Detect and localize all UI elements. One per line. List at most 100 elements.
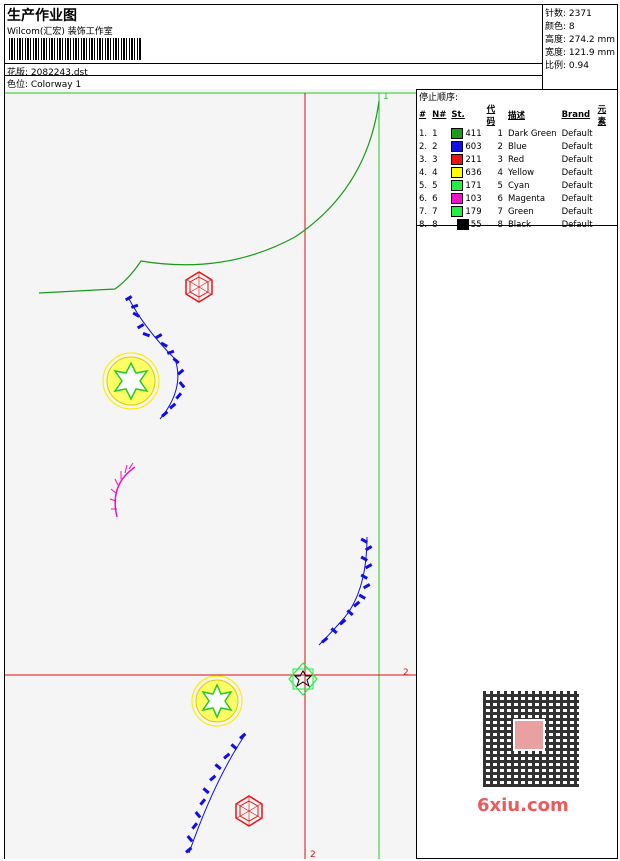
color-swatch	[451, 154, 464, 165]
red-flower-bottom	[235, 795, 263, 827]
color-row: 3. 3 211 3 Red Default	[417, 153, 617, 166]
marker-2-bottom: 2	[310, 850, 316, 859]
row-description: Dark Green	[507, 128, 557, 139]
row-brand: Default	[561, 141, 593, 152]
col-header: 元素	[597, 105, 607, 127]
stitch-count: 211	[465, 155, 482, 165]
stitch-count: 55	[470, 220, 482, 230]
row-index: 4.	[419, 167, 428, 178]
row-description: Blue	[507, 141, 527, 152]
stop-sequence-panel: 停止顺序: # N# St. 代码 描述 Brand 元素 1. 1 411 1 Dar…	[417, 89, 617, 230]
stat-height: 高度: 274.2 mm	[545, 35, 616, 45]
stitch-count: 636	[465, 168, 482, 178]
qr-logo	[513, 719, 545, 751]
barcode	[9, 38, 142, 60]
color-row: 8. 8 55 8 Black Default	[417, 218, 617, 231]
row-description: Red	[507, 154, 525, 165]
color-row: 1. 1 411 1 Dark Green Default	[417, 127, 617, 140]
color-row: 2. 2 603 2 Blue Default	[417, 140, 617, 153]
col-header: St.	[451, 110, 465, 120]
row-code: 8	[497, 219, 503, 230]
row-brand: Default	[561, 206, 593, 217]
header-divider	[5, 75, 542, 76]
row-element	[596, 166, 617, 179]
row-description: Yellow	[507, 167, 535, 178]
stitch-count: 603	[465, 142, 482, 152]
table-header-row: # N# St. 代码 描述 Brand 元素	[417, 103, 617, 127]
collar-outline	[38, 100, 380, 294]
row-stitches: 103	[449, 192, 484, 205]
page-title: 生产作业图	[7, 8, 77, 24]
row-element	[596, 179, 617, 192]
marker-1: 1	[383, 92, 389, 102]
header-divider	[5, 63, 542, 64]
color-row: 4. 4 636 4 Yellow Default	[417, 166, 617, 179]
row-index: 8.	[419, 219, 428, 230]
row-index: 7.	[419, 206, 428, 217]
row-code: 6	[497, 193, 503, 204]
row-number: 3	[432, 154, 438, 165]
row-brand: Default	[561, 219, 593, 230]
row-number: 7	[432, 206, 438, 217]
stitch-count: 179	[465, 207, 482, 217]
row-code: 3	[497, 154, 503, 165]
row-brand: Default	[561, 154, 593, 165]
row-index: 3.	[419, 154, 428, 165]
row-number: 6	[432, 193, 438, 204]
row-element	[596, 205, 617, 218]
stat-stitches: 针数: 2371	[545, 9, 592, 19]
header-info: 生产作业图 Wilcom(汇宏) 装饰工作室 花版: 2082243.dst 色…	[5, 5, 542, 90]
col-header: 代码	[486, 105, 496, 127]
green-flower-center	[288, 662, 318, 696]
col-header: Brand	[561, 110, 591, 120]
color-row: 7. 7 179 7 Green Default	[417, 205, 617, 218]
row-description: Cyan	[507, 180, 530, 191]
row-description: Magenta	[507, 193, 546, 204]
blue-vine-right	[318, 536, 373, 646]
color-swatch	[451, 180, 464, 191]
color-swatch	[451, 128, 464, 139]
magenta-arc	[109, 462, 136, 518]
watermark-logo: 6xiu.com	[477, 795, 569, 816]
stat-width: 宽度: 121.9 mm	[545, 48, 616, 58]
row-code: 4	[497, 167, 503, 178]
color-swatch	[456, 219, 469, 230]
row-stitches: 603	[449, 140, 484, 153]
col-header: 描述	[507, 111, 525, 121]
row-brand: Default	[561, 180, 593, 191]
row-description: Green	[507, 206, 534, 217]
production-sheet: 生产作业图 Wilcom(汇宏) 装饰工作室 花版: 2082243.dst 色…	[4, 4, 618, 859]
row-stitches: 636	[449, 166, 484, 179]
row-element	[596, 192, 617, 205]
stitch-count: 411	[465, 129, 482, 139]
stitch-count: 103	[465, 194, 482, 204]
col-header: #	[419, 110, 427, 120]
color-swatch	[451, 193, 464, 204]
sheet-header: 生产作业图 Wilcom(汇宏) 装饰工作室 花版: 2082243.dst 色…	[5, 5, 617, 90]
color-swatch	[451, 206, 464, 217]
color-swatch	[451, 167, 464, 178]
row-code: 7	[497, 206, 503, 217]
design-preview: 1 2 2	[5, 89, 417, 859]
col-header: N#	[432, 110, 447, 120]
row-index: 5.	[419, 180, 428, 191]
row-number: 5	[432, 180, 438, 191]
row-stitches: 171	[449, 179, 484, 192]
embroidery-drawing: 1 2 2	[5, 92, 416, 859]
row-index: 1.	[419, 128, 428, 139]
yellow-flower-bottom	[191, 675, 243, 727]
row-element	[596, 153, 617, 166]
color-row: 5. 5 171 5 Cyan Default	[417, 179, 617, 192]
stitch-count: 171	[465, 181, 482, 191]
row-code: 5	[497, 180, 503, 191]
studio-name: Wilcom(汇宏) 装饰工作室	[7, 27, 113, 37]
color-row: 6. 6 103 6 Magenta Default	[417, 192, 617, 205]
row-number: 8	[432, 219, 438, 230]
stop-sequence-title: 停止顺序:	[419, 93, 459, 103]
row-stitches: 55	[449, 218, 484, 231]
row-description: Black	[507, 219, 531, 230]
row-brand: Default	[561, 128, 593, 139]
row-brand: Default	[561, 167, 593, 178]
row-code: 2	[497, 141, 503, 152]
row-element	[596, 140, 617, 153]
